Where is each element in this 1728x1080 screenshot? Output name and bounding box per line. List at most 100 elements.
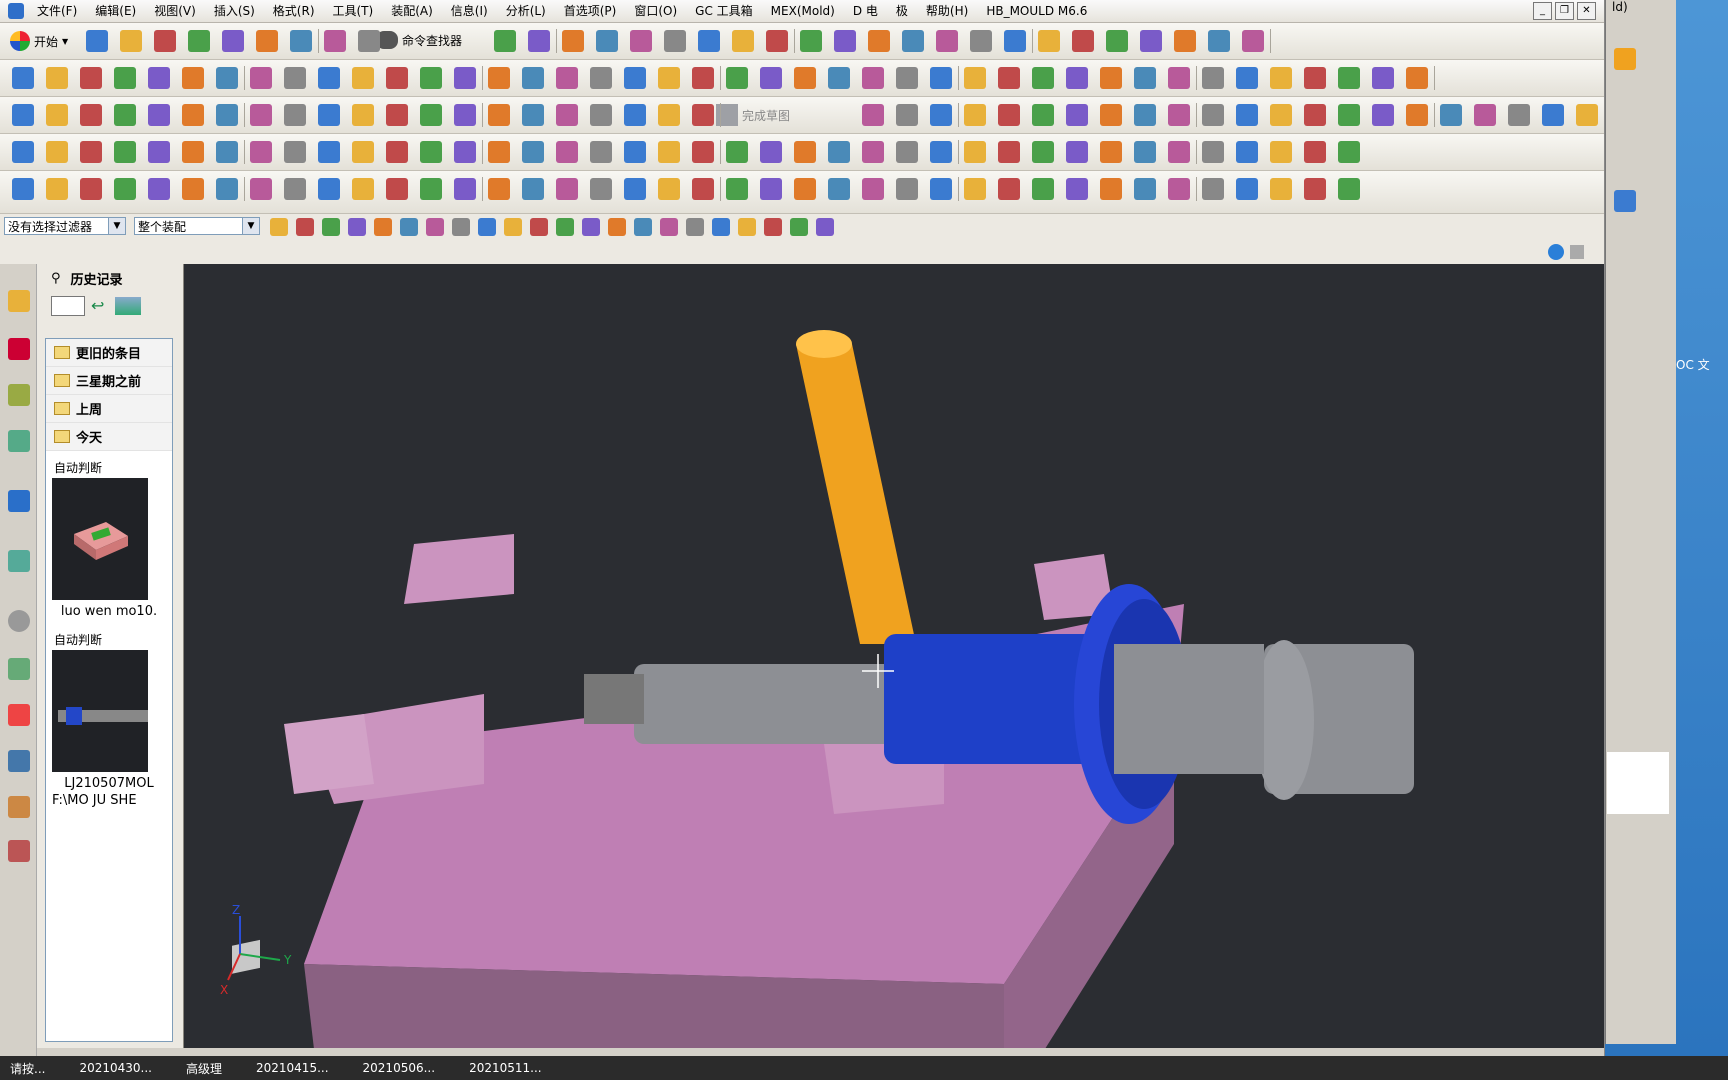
menu-analysis[interactable]: 分析(L) bbox=[497, 0, 555, 22]
toolbar-tool-icon[interactable] bbox=[12, 67, 34, 89]
toolbar-tool-icon[interactable] bbox=[726, 141, 748, 163]
snap-filter-icon[interactable] bbox=[738, 218, 756, 236]
pin-icon[interactable]: ⚲ bbox=[51, 271, 61, 286]
toolbar-tool-icon[interactable] bbox=[80, 178, 102, 200]
toolbar-tool-icon[interactable] bbox=[760, 178, 782, 200]
toolbar-tool-icon[interactable] bbox=[80, 104, 102, 126]
maximize-view-icon[interactable] bbox=[1570, 245, 1584, 259]
folder-icon[interactable] bbox=[1614, 48, 1636, 70]
toolbar-tool-icon[interactable] bbox=[46, 178, 68, 200]
toolbar-tool-icon[interactable] bbox=[12, 104, 34, 126]
toolbar-tool-icon[interactable] bbox=[216, 141, 238, 163]
toolbar-tool-icon[interactable] bbox=[318, 104, 340, 126]
toolbar-tool-icon[interactable] bbox=[726, 67, 748, 89]
toolbar-tool-icon[interactable] bbox=[692, 141, 714, 163]
toolbar-tool-icon[interactable] bbox=[454, 178, 476, 200]
toolbar-tool-icon[interactable] bbox=[896, 141, 918, 163]
toolbar-tool-icon[interactable] bbox=[488, 141, 510, 163]
menu-assembly[interactable]: 装配(A) bbox=[382, 0, 442, 22]
toolbar-tool-icon[interactable] bbox=[148, 67, 170, 89]
toolbar-tool-icon[interactable] bbox=[1106, 30, 1128, 52]
toolbar-tool-icon[interactable] bbox=[1270, 67, 1292, 89]
toolbar-tool-icon[interactable] bbox=[420, 104, 442, 126]
toolbar-tool-icon[interactable] bbox=[896, 178, 918, 200]
toolbar-tool-icon[interactable] bbox=[930, 104, 952, 126]
toolbar-tool-icon[interactable] bbox=[794, 178, 816, 200]
toolbar-tool-icon[interactable] bbox=[494, 30, 516, 52]
toolbar-tool-icon[interactable] bbox=[1208, 30, 1230, 52]
menu-electrode[interactable]: D 电 bbox=[844, 0, 887, 22]
toolbar-tool-icon[interactable] bbox=[1372, 104, 1394, 126]
toolbar-tool-icon[interactable] bbox=[1338, 67, 1360, 89]
toolbar-tool-icon[interactable] bbox=[318, 67, 340, 89]
toolbar-tool-icon[interactable] bbox=[590, 104, 612, 126]
toolbar-tool-icon[interactable] bbox=[658, 67, 680, 89]
toolbar-tool-icon[interactable] bbox=[12, 141, 34, 163]
history-list[interactable]: 更旧的条目 三星期之前 上周 今天 自动判断 luo wen mo10. 自动判… bbox=[45, 338, 173, 1042]
toolbar-tool-icon[interactable] bbox=[148, 141, 170, 163]
start-button[interactable]: 开始 ▼ bbox=[10, 31, 68, 51]
toolbar-tool-icon[interactable] bbox=[930, 141, 952, 163]
constraint-navigator-icon[interactable] bbox=[8, 338, 30, 360]
toolbar-tool-icon[interactable] bbox=[488, 104, 510, 126]
menu-information[interactable]: 信息(I) bbox=[442, 0, 497, 22]
toolbar-tool-icon[interactable] bbox=[1032, 141, 1054, 163]
toolbar-tool-icon[interactable] bbox=[1066, 104, 1088, 126]
toolbar-tool-icon[interactable] bbox=[386, 67, 408, 89]
toolbar-tool-icon[interactable] bbox=[624, 67, 646, 89]
toolbar-tool-icon[interactable] bbox=[624, 141, 646, 163]
snap-filter-icon[interactable] bbox=[764, 218, 782, 236]
toolbar-tool-icon[interactable] bbox=[1270, 178, 1292, 200]
menu-file[interactable]: 文件(F) bbox=[28, 0, 86, 22]
snap-filter-icon[interactable] bbox=[608, 218, 626, 236]
toolbar-tool-icon[interactable] bbox=[1304, 104, 1326, 126]
toolbar-tool-icon[interactable] bbox=[454, 104, 476, 126]
toolbar-tool-icon[interactable] bbox=[386, 141, 408, 163]
toolbar-tool-icon[interactable] bbox=[658, 141, 680, 163]
history-icon[interactable] bbox=[8, 610, 30, 632]
snap-filter-icon[interactable] bbox=[270, 218, 288, 236]
menu-tools[interactable]: 工具(T) bbox=[324, 0, 383, 22]
toolbar-tool-icon[interactable] bbox=[1304, 178, 1326, 200]
snap-filter-icon[interactable] bbox=[816, 218, 834, 236]
toolbar-tool-icon[interactable] bbox=[1100, 141, 1122, 163]
toolbar-tool-icon[interactable] bbox=[318, 178, 340, 200]
toolbar-tool-icon[interactable] bbox=[1168, 178, 1190, 200]
toolbar-tool-icon[interactable] bbox=[86, 30, 108, 52]
toolbar-tool-icon[interactable] bbox=[1032, 104, 1054, 126]
toolbar-tool-icon[interactable] bbox=[1236, 67, 1258, 89]
taskbar-item[interactable]: 20210415... bbox=[250, 1061, 335, 1075]
system-materials-icon[interactable] bbox=[8, 658, 30, 680]
toolbar-tool-icon[interactable] bbox=[658, 104, 680, 126]
toolbar-tool-icon[interactable] bbox=[250, 67, 272, 89]
toolbar-tool-icon[interactable] bbox=[766, 30, 788, 52]
graphics-window[interactable]: Z Y X bbox=[184, 264, 1604, 1080]
toolbar-tool-icon[interactable] bbox=[114, 141, 136, 163]
back-arrow-icon[interactable]: ↩ bbox=[91, 297, 109, 315]
toolbar-tool-icon[interactable] bbox=[930, 178, 952, 200]
toolbar-tool-icon[interactable] bbox=[1072, 30, 1094, 52]
toolbar-tool-icon[interactable] bbox=[284, 178, 306, 200]
toolbar-tool-icon[interactable] bbox=[862, 104, 884, 126]
toolbar-tool-icon[interactable] bbox=[862, 141, 884, 163]
toolbar-tool-icon[interactable] bbox=[528, 30, 550, 52]
view-triad[interactable]: Z Y X bbox=[220, 903, 292, 997]
toolbar-tool-icon[interactable] bbox=[828, 141, 850, 163]
toolbar-tool-icon[interactable] bbox=[828, 178, 850, 200]
toolbar-tool-icon[interactable] bbox=[284, 67, 306, 89]
toolbar-tool-icon[interactable] bbox=[1236, 104, 1258, 126]
snap-filter-icon[interactable] bbox=[296, 218, 314, 236]
toolbar-tool-icon[interactable] bbox=[834, 30, 856, 52]
part-navigator-icon[interactable] bbox=[8, 384, 30, 406]
toolbar-tool-icon[interactable] bbox=[1134, 104, 1156, 126]
toolbar-tool-icon[interactable] bbox=[998, 141, 1020, 163]
folder-three-weeks[interactable]: 三星期之前 bbox=[46, 367, 172, 395]
toolbar-tool-icon[interactable] bbox=[352, 104, 374, 126]
toolbar-tool-icon[interactable] bbox=[630, 30, 652, 52]
snap-filter-icon[interactable] bbox=[634, 218, 652, 236]
snap-filter-icon[interactable] bbox=[478, 218, 496, 236]
toolbar-tool-icon[interactable] bbox=[1202, 67, 1224, 89]
folder-today[interactable]: 今天 bbox=[46, 423, 172, 451]
selection-scope-select[interactable]: 整个装配 ▼ bbox=[134, 217, 260, 235]
taskbar-item[interactable]: 请按... bbox=[4, 1060, 51, 1077]
